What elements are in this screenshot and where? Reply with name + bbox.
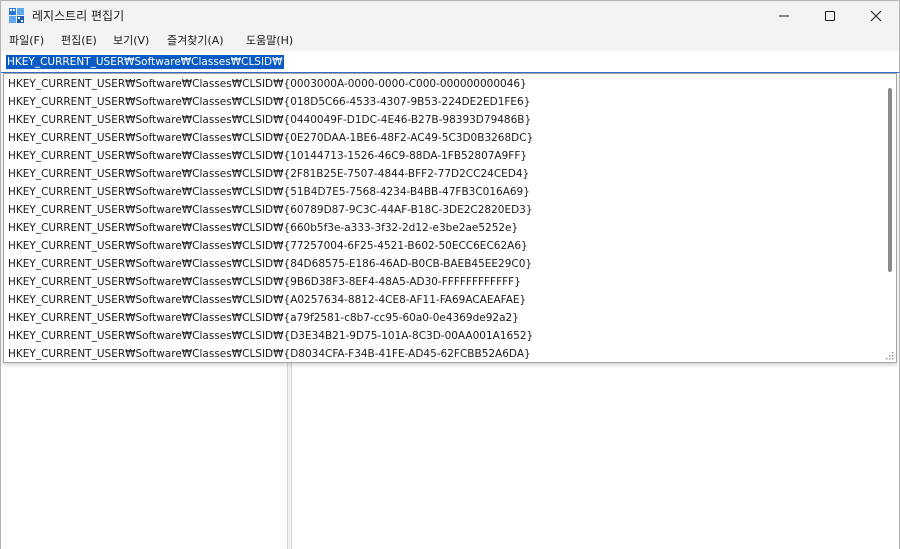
registry-editor-window: 레지스트리 편집기 파일(F) 편집(E) 보기(V) 즐겨찾기(A) 도움말(… [0,0,900,549]
menu-edit[interactable]: 편집(E) [61,33,97,49]
resize-grip-icon[interactable] [885,351,895,361]
autocomplete-item[interactable]: HKEY_CURRENT_USER₩Software₩Classes₩CLSID… [8,203,533,217]
close-button[interactable] [853,1,899,31]
menu-favorites[interactable]: 즐겨찾기(A) [167,33,224,49]
menu-bar: 파일(F) 편집(E) 보기(V) 즐겨찾기(A) 도움말(H) [1,31,899,51]
autocomplete-item[interactable]: HKEY_CURRENT_USER₩Software₩Classes₩CLSID… [8,239,528,253]
menu-file[interactable]: 파일(F) [9,33,44,49]
autocomplete-item[interactable]: HKEY_CURRENT_USER₩Software₩Classes₩CLSID… [8,221,518,235]
menu-help[interactable]: 도움말(H) [246,33,293,49]
maximize-button[interactable] [807,1,853,31]
autocomplete-item[interactable]: HKEY_CURRENT_USER₩Software₩Classes₩CLSID… [8,347,531,361]
autocomplete-item[interactable]: HKEY_CURRENT_USER₩Software₩Classes₩CLSID… [8,293,526,307]
autocomplete-item[interactable]: HKEY_CURRENT_USER₩Software₩Classes₩CLSID… [8,131,533,145]
maximize-icon [825,11,835,21]
title-bar[interactable]: 레지스트리 편집기 [1,1,899,31]
minimize-icon [779,15,789,17]
autocomplete-item[interactable]: HKEY_CURRENT_USER₩Software₩Classes₩CLSID… [8,149,527,163]
address-autocomplete-list: HKEY_CURRENT_USER₩Software₩Classes₩CLSID… [3,73,897,363]
autocomplete-item[interactable]: HKEY_CURRENT_USER₩Software₩Classes₩CLSID… [8,329,533,343]
autocomplete-item[interactable]: HKEY_CURRENT_USER₩Software₩Classes₩CLSID… [8,167,529,181]
autocomplete-item[interactable]: HKEY_CURRENT_USER₩Software₩Classes₩CLSID… [8,257,532,271]
autocomplete-scrollbar-thumb[interactable] [888,88,892,272]
autocomplete-item[interactable]: HKEY_CURRENT_USER₩Software₩Classes₩CLSID… [8,185,530,199]
window-title: 레지스트리 편집기 [32,9,125,23]
regedit-icon [9,8,24,23]
autocomplete-item[interactable]: HKEY_CURRENT_USER₩Software₩Classes₩CLSID… [8,113,531,127]
minimize-button[interactable] [761,1,807,31]
autocomplete-item[interactable]: HKEY_CURRENT_USER₩Software₩Classes₩CLSID… [8,275,521,289]
menu-view[interactable]: 보기(V) [113,33,149,49]
autocomplete-item[interactable]: HKEY_CURRENT_USER₩Software₩Classes₩CLSID… [8,311,519,325]
address-input[interactable]: HKEY_CURRENT_USER₩Software₩Classes₩CLSID… [6,55,284,69]
close-icon [870,10,882,22]
address-bar[interactable]: HKEY_CURRENT_USER₩Software₩Classes₩CLSID… [1,52,899,73]
autocomplete-item[interactable]: HKEY_CURRENT_USER₩Software₩Classes₩CLSID… [8,77,527,91]
autocomplete-item[interactable]: HKEY_CURRENT_USER₩Software₩Classes₩CLSID… [8,95,530,109]
